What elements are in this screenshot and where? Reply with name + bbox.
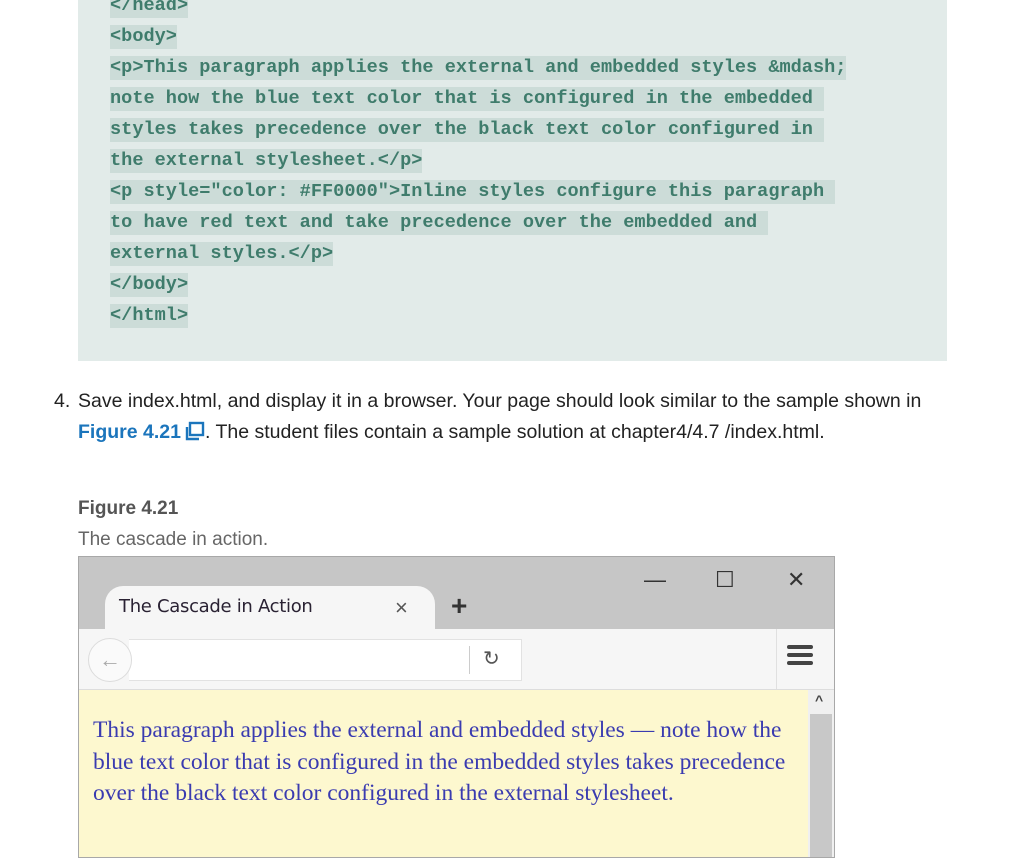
code-line: note how the blue text color that is con… [110, 86, 825, 111]
step-text-before: Save index.html, and display it in a bro… [78, 390, 922, 412]
close-window-icon[interactable]: ✕ [787, 567, 805, 593]
hamburger-menu-icon[interactable] [787, 645, 813, 669]
code-lines: </head> <body> <p>This paragraph applies… [110, 0, 847, 331]
code-line: </body> [110, 272, 189, 297]
figure-link[interactable]: Figure 4.21 [78, 421, 181, 443]
back-button[interactable]: ← [88, 638, 132, 682]
code-line: <p style="color: #FF0000">Inline styles … [110, 179, 836, 204]
code-line: <p>This paragraph applies the external a… [110, 55, 847, 80]
page-paragraph: This paragraph applies the external and … [93, 717, 786, 806]
reload-icon[interactable]: ↻ [483, 646, 500, 671]
step-text: Save index.html, and display it in a bro… [78, 386, 934, 451]
code-line: to have red text and take precedence ove… [110, 210, 769, 235]
code-line: <body> [110, 24, 177, 49]
vertical-scrollbar[interactable]: ^ [808, 690, 834, 857]
page-viewport: This paragraph applies the external and … [79, 690, 834, 857]
tab-close-icon[interactable]: × [395, 595, 408, 621]
step-text-after: . The student files contain a sample sol… [204, 421, 825, 443]
back-arrow-icon: ← [99, 647, 121, 672]
figure-caption: The cascade in action. [78, 529, 269, 550]
new-tab-icon[interactable]: + [451, 590, 467, 622]
tab-bar: The Cascade in Action × + — ☐ ✕ [79, 557, 834, 630]
minimize-icon[interactable]: — [644, 567, 666, 593]
maximize-icon[interactable]: ☐ [715, 567, 735, 593]
step-4: 4. Save index.html, and display it in a … [54, 386, 934, 451]
step-number: 4. [54, 390, 71, 412]
open-figure-icon[interactable] [185, 420, 205, 451]
code-line: external styles.</p> [110, 241, 334, 266]
tab-title: The Cascade in Action [119, 596, 313, 617]
scroll-up-icon[interactable]: ^ [815, 692, 823, 708]
address-separator [469, 646, 470, 674]
scroll-thumb[interactable] [810, 714, 832, 857]
code-line: </head> [110, 0, 846, 21]
code-line: </html> [110, 303, 189, 328]
code-line: the external stylesheet.</p> [110, 148, 423, 173]
browser-screenshot: The Cascade in Action × + — ☐ ✕ ↻ ← This… [78, 556, 835, 858]
figure-title: Figure 4.21 [78, 498, 179, 519]
address-bar[interactable]: ↻ [129, 639, 522, 681]
browser-tab[interactable]: The Cascade in Action × [105, 586, 435, 630]
code-block: </head> <body> <p>This paragraph applies… [78, 0, 947, 361]
toolbar-separator [776, 629, 777, 689]
code-line: styles takes precedence over the black t… [110, 117, 825, 142]
browser-toolbar: ↻ ← [79, 629, 834, 690]
